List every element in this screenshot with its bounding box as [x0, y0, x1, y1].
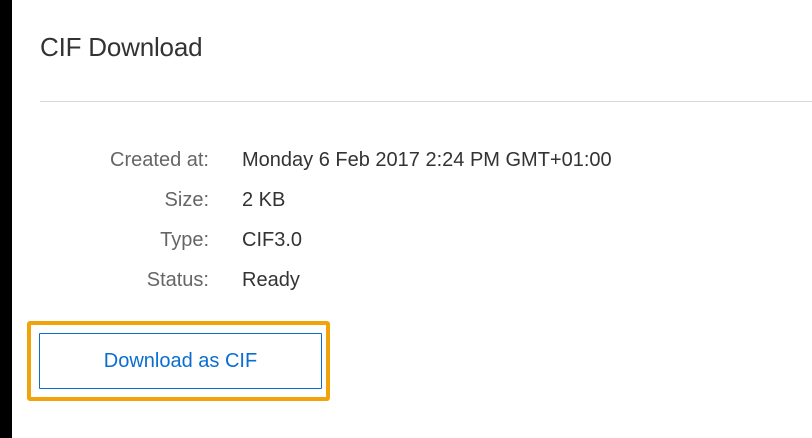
detail-row-created-at: Created at: Monday 6 Feb 2017 2:24 PM GM…: [12, 140, 812, 180]
created-at-value: Monday 6 Feb 2017 2:24 PM GMT+01:00: [242, 149, 612, 171]
details-list: Created at: Monday 6 Feb 2017 2:24 PM GM…: [12, 140, 812, 300]
detail-row-status: Status: Ready: [12, 260, 812, 300]
header-divider: [40, 101, 812, 102]
status-value: Ready: [242, 269, 300, 291]
type-label: Type:: [160, 229, 209, 251]
created-at-label: Created at:: [110, 149, 209, 171]
detail-row-size: Size: 2 KB: [12, 180, 812, 220]
download-as-cif-button[interactable]: Download as CIF: [39, 333, 322, 389]
cif-download-panel: CIF Download Created at: Monday 6 Feb 20…: [12, 0, 812, 438]
size-label: Size:: [164, 189, 209, 211]
type-value: CIF3.0: [242, 229, 303, 251]
page-title: CIF Download: [40, 32, 203, 62]
detail-row-type: Type: CIF3.0: [12, 220, 812, 260]
size-value: 2 KB: [242, 189, 286, 211]
status-label: Status:: [146, 269, 209, 291]
